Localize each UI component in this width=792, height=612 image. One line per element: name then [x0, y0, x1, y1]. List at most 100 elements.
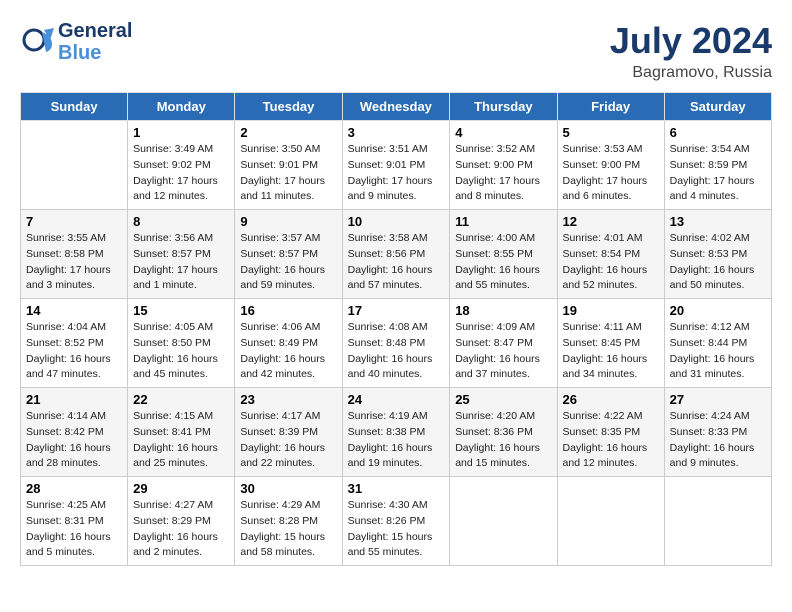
- calendar-cell: 26 Sunrise: 4:22 AM Sunset: 8:35 PM Dayli…: [557, 388, 664, 477]
- calendar-cell: 20 Sunrise: 4:12 AM Sunset: 8:44 PM Dayli…: [664, 299, 771, 388]
- calendar-cell: 16Sunrise: 4:06 AM Sunset: 8:49 PM Dayli…: [235, 299, 342, 388]
- day-number: 7: [26, 214, 122, 229]
- weekday-header-thursday: Thursday: [450, 93, 557, 121]
- day-number: 21: [26, 392, 122, 407]
- calendar-cell: 23Sunrise: 4:17 AM Sunset: 8:39 PM Dayli…: [235, 388, 342, 477]
- calendar-cell: 6Sunrise: 3:54 AM Sunset: 8:59 PM Daylig…: [664, 121, 771, 210]
- calendar-cell: 12 Sunrise: 4:01 AM Sunset: 8:54 PM Dayli…: [557, 210, 664, 299]
- day-info: Sunrise: 4:00 AM Sunset: 8:55 PM Dayligh…: [455, 231, 551, 294]
- calendar-cell: 13Sunrise: 4:02 AM Sunset: 8:53 PM Dayli…: [664, 210, 771, 299]
- calendar-cell: 15 Sunrise: 4:05 AM Sunset: 8:50 PM Dayli…: [128, 299, 235, 388]
- calendar-title: July 2024: [610, 20, 772, 62]
- calendar-location: Bagramovo, Russia: [610, 64, 772, 82]
- day-info: Sunrise: 4:09 AM Sunset: 8:47 PM Dayligh…: [455, 320, 551, 383]
- day-info: Sunrise: 3:57 AM Sunset: 8:57 PM Dayligh…: [240, 231, 336, 294]
- day-number: 9: [240, 214, 336, 229]
- calendar-cell: 8 Sunrise: 3:56 AM Sunset: 8:57 PM Daylig…: [128, 210, 235, 299]
- weekday-header-friday: Friday: [557, 93, 664, 121]
- calendar-cell: 4 Sunrise: 3:52 AM Sunset: 9:00 PM Daylig…: [450, 121, 557, 210]
- day-number: 12: [563, 214, 659, 229]
- week-row-1: 1 Sunrise: 3:49 AM Sunset: 9:02 PM Daylig…: [21, 121, 772, 210]
- day-number: 24: [348, 392, 445, 407]
- calendar-cell: [21, 121, 128, 210]
- day-number: 27: [670, 392, 766, 407]
- day-number: 30: [240, 481, 336, 496]
- day-info: Sunrise: 4:14 AM Sunset: 8:42 PM Dayligh…: [26, 409, 122, 472]
- calendar-cell: 3 Sunrise: 3:51 AM Sunset: 9:01 PM Daylig…: [342, 121, 450, 210]
- day-info: Sunrise: 4:12 AM Sunset: 8:44 PM Dayligh…: [670, 320, 766, 383]
- day-info: Sunrise: 4:15 AM Sunset: 8:41 PM Dayligh…: [133, 409, 229, 472]
- week-row-4: 21 Sunrise: 4:14 AM Sunset: 8:42 PM Dayli…: [21, 388, 772, 477]
- day-number: 4: [455, 125, 551, 140]
- day-info: Sunrise: 4:29 AM Sunset: 8:28 PM Dayligh…: [240, 498, 336, 561]
- day-info: Sunrise: 4:01 AM Sunset: 8:54 PM Dayligh…: [563, 231, 659, 294]
- day-number: 29: [133, 481, 229, 496]
- logo-text-general: General: [58, 20, 132, 42]
- day-info: Sunrise: 4:08 AM Sunset: 8:48 PM Dayligh…: [348, 320, 445, 383]
- day-info: Sunrise: 4:25 AM Sunset: 8:31 PM Dayligh…: [26, 498, 122, 561]
- calendar-cell: 21 Sunrise: 4:14 AM Sunset: 8:42 PM Dayli…: [21, 388, 128, 477]
- day-info: Sunrise: 3:54 AM Sunset: 8:59 PM Dayligh…: [670, 142, 766, 205]
- day-number: 18: [455, 303, 551, 318]
- day-info: Sunrise: 3:51 AM Sunset: 9:01 PM Dayligh…: [348, 142, 445, 205]
- day-info: Sunrise: 3:55 AM Sunset: 8:58 PM Dayligh…: [26, 231, 122, 294]
- weekday-header-tuesday: Tuesday: [235, 93, 342, 121]
- day-info: Sunrise: 3:50 AM Sunset: 9:01 PM Dayligh…: [240, 142, 336, 205]
- day-number: 22: [133, 392, 229, 407]
- day-number: 31: [348, 481, 445, 496]
- day-info: Sunrise: 4:19 AM Sunset: 8:38 PM Dayligh…: [348, 409, 445, 472]
- day-number: 5: [563, 125, 659, 140]
- day-number: 8: [133, 214, 229, 229]
- calendar-cell: 18 Sunrise: 4:09 AM Sunset: 8:47 PM Dayli…: [450, 299, 557, 388]
- day-number: 17: [348, 303, 445, 318]
- day-number: 2: [240, 125, 336, 140]
- logo-icon: [20, 22, 56, 58]
- calendar-cell: 17 Sunrise: 4:08 AM Sunset: 8:48 PM Dayli…: [342, 299, 450, 388]
- day-info: Sunrise: 4:05 AM Sunset: 8:50 PM Dayligh…: [133, 320, 229, 383]
- weekday-header-row: SundayMondayTuesdayWednesdayThursdayFrid…: [21, 93, 772, 121]
- calendar-cell: 5 Sunrise: 3:53 AM Sunset: 9:00 PM Daylig…: [557, 121, 664, 210]
- calendar-cell: [557, 477, 664, 566]
- day-info: Sunrise: 3:52 AM Sunset: 9:00 PM Dayligh…: [455, 142, 551, 205]
- calendar-cell: 24 Sunrise: 4:19 AM Sunset: 8:38 PM Dayli…: [342, 388, 450, 477]
- day-info: Sunrise: 4:04 AM Sunset: 8:52 PM Dayligh…: [26, 320, 122, 383]
- day-number: 11: [455, 214, 551, 229]
- day-number: 3: [348, 125, 445, 140]
- title-block: July 2024 Bagramovo, Russia: [610, 20, 772, 82]
- day-info: Sunrise: 4:22 AM Sunset: 8:35 PM Dayligh…: [563, 409, 659, 472]
- calendar-cell: 22 Sunrise: 4:15 AM Sunset: 8:41 PM Dayli…: [128, 388, 235, 477]
- day-info: Sunrise: 4:17 AM Sunset: 8:39 PM Dayligh…: [240, 409, 336, 472]
- calendar-cell: 27 Sunrise: 4:24 AM Sunset: 8:33 PM Dayli…: [664, 388, 771, 477]
- day-info: Sunrise: 3:53 AM Sunset: 9:00 PM Dayligh…: [563, 142, 659, 205]
- day-number: 10: [348, 214, 445, 229]
- calendar-cell: 2 Sunrise: 3:50 AM Sunset: 9:01 PM Daylig…: [235, 121, 342, 210]
- day-info: Sunrise: 4:30 AM Sunset: 8:26 PM Dayligh…: [348, 498, 445, 561]
- day-info: Sunrise: 4:27 AM Sunset: 8:29 PM Dayligh…: [133, 498, 229, 561]
- calendar-cell: 25Sunrise: 4:20 AM Sunset: 8:36 PM Dayli…: [450, 388, 557, 477]
- calendar-cell: 1 Sunrise: 3:49 AM Sunset: 9:02 PM Daylig…: [128, 121, 235, 210]
- week-row-3: 14Sunrise: 4:04 AM Sunset: 8:52 PM Dayli…: [21, 299, 772, 388]
- calendar-cell: 31 Sunrise: 4:30 AM Sunset: 8:26 PM Dayli…: [342, 477, 450, 566]
- calendar-table: SundayMondayTuesdayWednesdayThursdayFrid…: [20, 92, 772, 566]
- day-info: Sunrise: 4:11 AM Sunset: 8:45 PM Dayligh…: [563, 320, 659, 383]
- day-number: 1: [133, 125, 229, 140]
- calendar-cell: 28Sunrise: 4:25 AM Sunset: 8:31 PM Dayli…: [21, 477, 128, 566]
- logo: General Blue: [20, 20, 132, 64]
- calendar-cell: 14Sunrise: 4:04 AM Sunset: 8:52 PM Dayli…: [21, 299, 128, 388]
- day-number: 26: [563, 392, 659, 407]
- day-info: Sunrise: 4:06 AM Sunset: 8:49 PM Dayligh…: [240, 320, 336, 383]
- calendar-cell: 7 Sunrise: 3:55 AM Sunset: 8:58 PM Daylig…: [21, 210, 128, 299]
- day-info: Sunrise: 4:20 AM Sunset: 8:36 PM Dayligh…: [455, 409, 551, 472]
- day-number: 13: [670, 214, 766, 229]
- week-row-2: 7 Sunrise: 3:55 AM Sunset: 8:58 PM Daylig…: [21, 210, 772, 299]
- day-info: Sunrise: 3:49 AM Sunset: 9:02 PM Dayligh…: [133, 142, 229, 205]
- day-number: 20: [670, 303, 766, 318]
- weekday-header-wednesday: Wednesday: [342, 93, 450, 121]
- calendar-cell: 30 Sunrise: 4:29 AM Sunset: 8:28 PM Dayli…: [235, 477, 342, 566]
- calendar-cell: 29 Sunrise: 4:27 AM Sunset: 8:29 PM Dayli…: [128, 477, 235, 566]
- day-info: Sunrise: 3:56 AM Sunset: 8:57 PM Dayligh…: [133, 231, 229, 294]
- weekday-header-sunday: Sunday: [21, 93, 128, 121]
- calendar-cell: 10Sunrise: 3:58 AM Sunset: 8:56 PM Dayli…: [342, 210, 450, 299]
- day-info: Sunrise: 4:24 AM Sunset: 8:33 PM Dayligh…: [670, 409, 766, 472]
- day-number: 15: [133, 303, 229, 318]
